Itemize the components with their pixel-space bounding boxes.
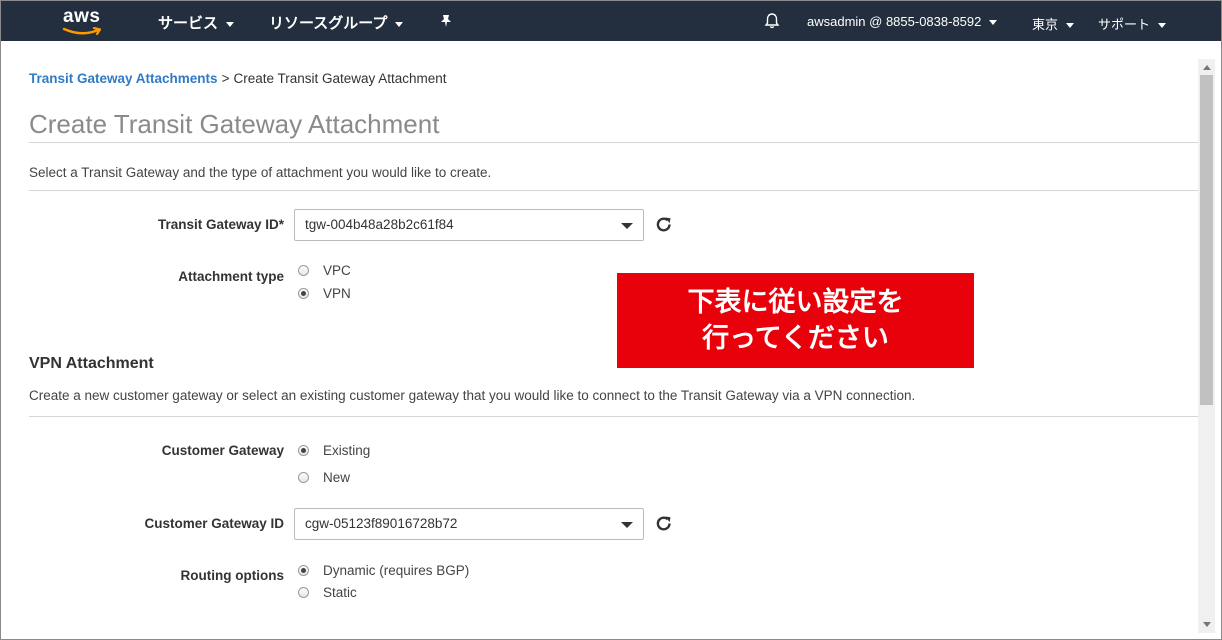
region-menu[interactable]: 東京 xyxy=(1032,14,1075,33)
resource-groups-label: リソースグループ xyxy=(269,15,388,32)
vpn-attachment-title: VPN Attachment xyxy=(29,355,154,372)
refresh-icon[interactable] xyxy=(654,215,674,235)
top-nav: aws サービス リソースグループ awsadmin @ 8855-0838-8… xyxy=(1,1,1221,41)
tgw-id-select[interactable]: tgw-004b48a28b2c61f84 xyxy=(294,209,644,241)
services-menu[interactable]: サービス xyxy=(158,12,235,33)
vertical-scrollbar[interactable] xyxy=(1198,59,1215,633)
customer-gateway-id-value: cgw-05123f89016728b72 xyxy=(305,516,458,531)
divider xyxy=(29,142,1198,143)
attachment-type-label: Attachment type xyxy=(178,269,284,284)
radio-label: Dynamic (requires BGP) xyxy=(323,563,470,578)
chevron-down-icon xyxy=(1066,23,1075,29)
support-label: サポート xyxy=(1098,17,1151,32)
breadcrumb: Transit Gateway Attachments > Create Trans… xyxy=(29,71,447,86)
attachment-type-vpc[interactable]: VPC xyxy=(298,263,351,278)
chevron-down-icon xyxy=(621,522,633,528)
chevron-down-icon xyxy=(621,223,633,229)
instruction-banner: 下表に従い設定を 行ってください xyxy=(617,273,974,368)
chevron-down-icon xyxy=(395,21,404,27)
chevron-down-icon xyxy=(1158,23,1167,29)
aws-smile-icon xyxy=(62,27,102,36)
pin-icon[interactable] xyxy=(438,13,454,29)
radio-label: VPN xyxy=(323,286,351,301)
radio-label: New xyxy=(323,470,351,485)
radio-button[interactable] xyxy=(298,265,309,276)
tgw-id-label: Transit Gateway ID* xyxy=(157,217,284,232)
bell-icon[interactable] xyxy=(763,12,781,30)
customer-gateway-new[interactable]: New xyxy=(298,470,350,485)
radio-button[interactable] xyxy=(298,587,309,598)
routing-dynamic[interactable]: Dynamic (requires BGP) xyxy=(298,563,469,578)
customer-gateway-existing[interactable]: Existing xyxy=(298,443,370,458)
radio-label: VPC xyxy=(323,263,351,278)
page-title: Create Transit Gateway Attachment xyxy=(29,109,440,139)
aws-logo-text: aws xyxy=(63,6,101,27)
attachment-type-vpn[interactable]: VPN xyxy=(298,286,351,301)
customer-gateway-id-select[interactable]: cgw-05123f89016728b72 xyxy=(294,508,644,540)
divider xyxy=(29,190,1198,191)
customer-gateway-id-label: Customer Gateway ID xyxy=(144,516,284,531)
services-label: サービス xyxy=(158,15,219,32)
divider xyxy=(29,416,1198,417)
breadcrumb-current: Create Transit Gateway Attachment xyxy=(233,71,447,86)
resource-groups-menu[interactable]: リソースグループ xyxy=(269,12,404,33)
refresh-icon[interactable] xyxy=(654,514,674,534)
radio-button-selected[interactable] xyxy=(298,288,309,299)
tgw-id-value: tgw-004b48a28b2c61f84 xyxy=(305,217,454,232)
customer-gateway-label: Customer Gateway xyxy=(161,443,284,458)
region-label: 東京 xyxy=(1032,17,1059,32)
radio-button[interactable] xyxy=(298,472,309,483)
routing-options-label: Routing options xyxy=(180,568,284,583)
breadcrumb-parent-link[interactable]: Transit Gateway Attachments xyxy=(29,71,218,86)
account-label: awsadmin @ 8855-0838-8592 xyxy=(807,14,982,29)
account-menu[interactable]: awsadmin @ 8855-0838-8592 xyxy=(807,14,998,29)
radio-label: Static xyxy=(323,585,357,600)
support-menu[interactable]: サポート xyxy=(1098,14,1167,33)
scroll-down-arrow-icon[interactable] xyxy=(1203,622,1211,627)
breadcrumb-separator: > xyxy=(221,71,230,86)
radio-button-selected[interactable] xyxy=(298,445,309,456)
scrollbar-thumb[interactable] xyxy=(1200,75,1213,405)
routing-static[interactable]: Static xyxy=(298,585,357,600)
radio-button-selected[interactable] xyxy=(298,565,309,576)
scroll-up-arrow-icon[interactable] xyxy=(1203,65,1211,70)
page-description: Select a Transit Gateway and the type of… xyxy=(29,165,492,180)
banner-line-1: 下表に従い設定を xyxy=(687,287,904,318)
banner-line-2: 行ってください xyxy=(702,323,889,354)
radio-label: Existing xyxy=(323,443,371,458)
chevron-down-icon xyxy=(226,21,235,27)
aws-logo[interactable]: aws xyxy=(59,5,107,37)
chevron-down-icon xyxy=(989,20,998,26)
vpn-attachment-description: Create a new customer gateway or select … xyxy=(29,388,916,403)
